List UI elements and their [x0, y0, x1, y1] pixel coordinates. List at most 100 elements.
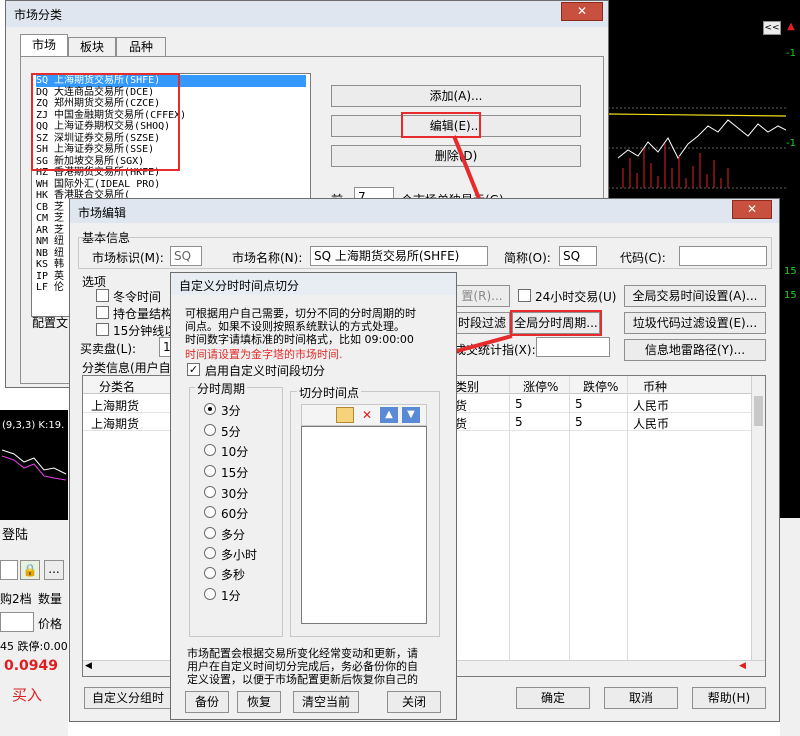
list-item[interactable]: WH 国际外汇(IDEAL PRO): [36, 179, 306, 191]
index-input[interactable]: [536, 337, 610, 357]
header-type[interactable]: 类别: [455, 378, 479, 395]
period-label: 多秒: [221, 568, 246, 582]
help-button[interactable]: 帮助(H): [692, 687, 766, 709]
period-label: 30分: [221, 487, 249, 501]
code-input[interactable]: [679, 246, 767, 266]
period-radio[interactable]: [204, 424, 216, 436]
tab-variety-label: 品种: [128, 40, 153, 54]
lock-icon[interactable]: 🔒: [20, 560, 40, 580]
options-label: 选项: [82, 275, 107, 289]
junk-code-filter-button[interactable]: 垃圾代码过滤设置(E)...: [624, 312, 766, 334]
arrow-down-icon[interactable]: ▼: [402, 407, 420, 423]
period-radio[interactable]: [204, 403, 216, 415]
header-down[interactable]: 跌停%: [583, 378, 618, 395]
window-title: 市场分类: [14, 8, 63, 22]
add-button[interactable]: 添加(A)...: [331, 85, 581, 107]
winter-time-label: 冬令时间: [113, 290, 162, 304]
cell: 5: [515, 397, 523, 411]
left-chart-strip: (9,3,3) K:19.: [0, 410, 68, 520]
axis-label: 15: [784, 266, 797, 277]
short-name-label: 简称(O):: [504, 251, 551, 265]
close-button[interactable]: ✕: [561, 2, 603, 21]
custom-group-button[interactable]: 自定义分组时: [84, 687, 172, 709]
short-name-input[interactable]: SQ: [559, 246, 597, 266]
period-radio[interactable]: [204, 547, 216, 559]
tab-variety[interactable]: 品种: [116, 37, 166, 57]
period-label: 10分: [221, 445, 249, 459]
scroll-left-button[interactable]: <<: [763, 21, 781, 35]
cancel-button[interactable]: 取消: [604, 687, 678, 709]
category-info-label: 分类信息(用户自: [82, 361, 171, 375]
settings-r-button[interactable]: 置(R)...: [454, 285, 510, 307]
enable-label: 启用自定义时间段切分: [205, 364, 326, 378]
highlight-markets: [31, 73, 180, 171]
titlebar: 市场分类 ✕: [6, 1, 608, 27]
config-label: 配置文: [32, 316, 69, 330]
tab-sector[interactable]: 板块: [68, 37, 116, 57]
header-name[interactable]: 分类名: [99, 378, 135, 395]
period-radio[interactable]: [204, 444, 216, 456]
qty-label: 数量: [38, 592, 63, 606]
buy-sell-label: 买卖盘(L):: [80, 342, 137, 356]
backup-button[interactable]: 备份: [185, 691, 229, 713]
cut-toolbar: ✕ ▲ ▼: [301, 404, 427, 426]
desc-line-3: 时间数字请填标准的时间格式，比如 09:00:00: [185, 333, 414, 346]
clear-button[interactable]: 清空当前: [293, 691, 359, 713]
period-radio[interactable]: [204, 486, 216, 498]
header-up[interactable]: 涨停%: [523, 378, 558, 395]
period-label: 3分: [221, 404, 241, 418]
period-label: 15分: [221, 466, 249, 480]
position-label: 持仓量结构: [113, 307, 174, 321]
v-scrollbar[interactable]: [751, 376, 765, 660]
stall-label: 购2档: [0, 592, 32, 606]
market-id-input[interactable]: SQ: [170, 246, 202, 266]
period-radio[interactable]: [204, 527, 216, 539]
scroll-thumb[interactable]: [754, 396, 763, 426]
period-radio[interactable]: [204, 588, 216, 600]
close-dialog-button[interactable]: 关闭: [387, 691, 441, 713]
period-label: 多分: [221, 528, 246, 542]
arrow-up-icon[interactable]: ▲: [380, 407, 398, 423]
period-radio[interactable]: [204, 567, 216, 579]
more-button[interactable]: ...: [44, 560, 64, 580]
period-group-label: 分时周期: [195, 380, 248, 397]
delete-icon[interactable]: ✕: [358, 406, 376, 424]
stall-select[interactable]: [0, 612, 34, 632]
close-button[interactable]: ✕: [732, 200, 772, 219]
market-name-input[interactable]: SQ 上海期货交易所(SHFE): [310, 246, 488, 266]
enable-checkbox[interactable]: ✓: [187, 363, 200, 376]
cell: 人民币: [633, 399, 670, 413]
highlight-global-period: [510, 310, 602, 336]
account-input[interactable]: [0, 560, 18, 580]
chevron-left-icon[interactable]: ◀: [85, 661, 92, 671]
hours24-checkbox[interactable]: [518, 289, 531, 302]
market-id-label: 市场标识(M):: [92, 251, 164, 265]
ok-button[interactable]: 确定: [516, 687, 590, 709]
min15-checkbox[interactable]: [96, 323, 109, 336]
price-label: 价格: [38, 617, 63, 631]
window-title: 市场编辑: [78, 206, 127, 220]
period-label: 60分: [221, 507, 249, 521]
chevron-right-icon[interactable]: ◀: [739, 661, 746, 671]
cut-group-label: 切分时间点: [297, 384, 362, 401]
header-currency[interactable]: 币种: [643, 378, 667, 395]
titlebar: 自定义分时时间点切分: [171, 273, 456, 295]
price-chart: [607, 107, 787, 189]
cell: 5: [575, 397, 583, 411]
chevron-up-icon[interactable]: ▲: [784, 21, 798, 35]
global-trade-time-button[interactable]: 全局交易时间设置(A)...: [624, 285, 766, 307]
titlebar: 市场编辑 ✕: [70, 199, 779, 223]
custom-time-window: 自定义分时时间点切分 可根据用户自己需要，切分不同的分时周期的时 间点。如果不设…: [170, 272, 457, 720]
buy-button[interactable]: 买入: [12, 684, 42, 705]
folder-icon[interactable]: [336, 407, 354, 423]
restore-button[interactable]: 恢复: [237, 691, 281, 713]
tab-market[interactable]: 市场: [20, 34, 68, 57]
cut-point-list[interactable]: [301, 426, 427, 624]
period-radio[interactable]: [204, 465, 216, 477]
winter-time-checkbox[interactable]: [96, 289, 109, 302]
tab-market-label: 市场: [31, 38, 56, 52]
period-radio[interactable]: [204, 506, 216, 518]
right-lower-bg: [780, 518, 800, 736]
position-checkbox[interactable]: [96, 306, 109, 319]
info-mine-button[interactable]: 信息地雷路径(Y)...: [624, 339, 766, 361]
